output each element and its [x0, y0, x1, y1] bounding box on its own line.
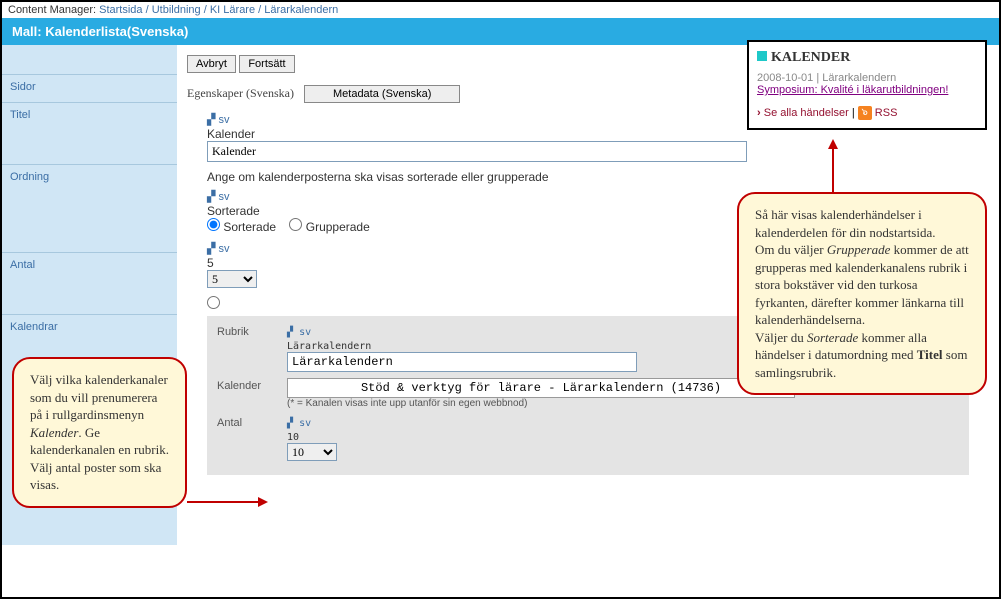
- see-all-link[interactable]: Se alla händelser: [764, 107, 849, 119]
- sidebar-ordning: Ordning: [2, 165, 177, 253]
- callout-left: Välj vilka kalenderkanaler som du vill p…: [12, 357, 187, 508]
- crumb-utbildning[interactable]: Utbildning: [152, 4, 201, 16]
- kalender-label: Kalender: [217, 378, 287, 409]
- ordning-sorterade[interactable]: Sorterade: [207, 218, 276, 234]
- flag-icon: ▞: [287, 327, 293, 338]
- metadata-button[interactable]: Metadata (Svenska): [304, 85, 460, 103]
- kalender-preview: KALENDER 2008-10-01 | Lärarkalendern Sym…: [747, 40, 987, 130]
- kalender-select[interactable]: Stöd & verktyg för lärare - Lärarkalende…: [287, 378, 795, 398]
- avbryt-button[interactable]: Avbryt: [187, 55, 236, 73]
- rss-link[interactable]: RSS: [875, 107, 898, 119]
- fortsatt-button[interactable]: Fortsätt: [239, 55, 294, 73]
- chevron-right-icon: ›: [757, 107, 761, 119]
- sidebar-antal: Antal: [2, 253, 177, 315]
- arrow-icon: [832, 142, 834, 192]
- crumb-startsida[interactable]: Startsida: [99, 4, 142, 16]
- turquoise-square-icon: [757, 51, 767, 61]
- titel-input[interactable]: [207, 141, 747, 162]
- rubrik-label: Rubrik: [217, 324, 287, 372]
- event-link[interactable]: Symposium: Kvalité i läkarutbildningen!: [757, 84, 948, 96]
- sidebar-titel: Titel: [2, 103, 177, 165]
- arrow-icon: [187, 501, 265, 503]
- flag-icon: ▞: [287, 418, 293, 429]
- subantal-select[interactable]: 10: [287, 443, 337, 461]
- flag-icon: ▞: [207, 243, 215, 255]
- antal-select[interactable]: 5: [207, 270, 257, 288]
- kalender-heading: KALENDER: [757, 50, 977, 66]
- breadcrumb: Content Manager: Startsida / Utbildning …: [2, 2, 999, 18]
- flag-icon: ▞: [207, 114, 215, 126]
- callout-right: Så här visas kalenderhändelser i kalende…: [737, 192, 987, 395]
- flag-icon: ▞: [207, 191, 215, 203]
- subantal-label: Antal: [217, 415, 287, 461]
- crumb-ki-larare[interactable]: KI Lärare: [210, 4, 255, 16]
- crumb-lararkalendern[interactable]: Lärarkalendern: [264, 4, 338, 16]
- sidebar-sidor: Sidor: [2, 75, 177, 103]
- kalendrar-row-radio[interactable]: [207, 296, 220, 309]
- ordning-grupperade[interactable]: Grupperade: [289, 218, 369, 234]
- rubrik-input[interactable]: [287, 352, 637, 372]
- rss-icon: ๖: [858, 106, 872, 120]
